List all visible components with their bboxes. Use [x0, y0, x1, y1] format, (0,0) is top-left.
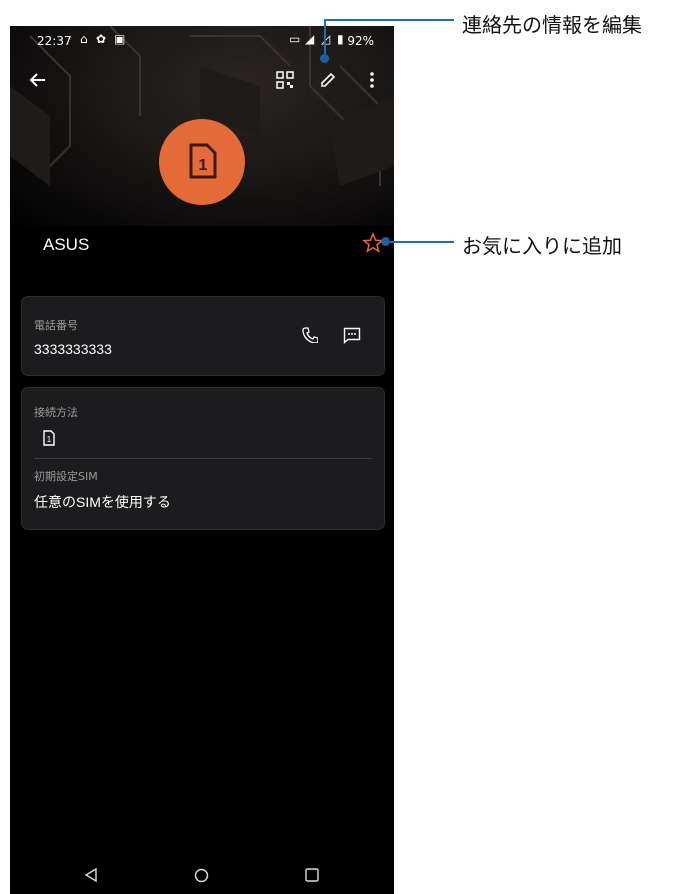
more-options-button[interactable]	[358, 66, 386, 94]
phone-number-value: 3333333333	[34, 341, 112, 357]
favorite-callout-line	[386, 241, 454, 243]
nav-home-icon[interactable]	[194, 868, 209, 883]
call-icon[interactable]	[302, 327, 318, 343]
nav-back-icon[interactable]	[84, 868, 98, 882]
qr-code-icon	[276, 71, 294, 89]
nav-recents-icon[interactable]	[305, 868, 319, 882]
phone-number-card[interactable]: 電話番号 3333333333	[21, 296, 385, 376]
status-bar: 22:37 ⌂ ✿ ▣ ▭ ◢ ◿ ▮ 92%	[10, 26, 394, 56]
edit-button[interactable]	[314, 66, 342, 94]
battery-icon: ▮	[337, 32, 344, 46]
phone-number-label: 電話番号	[34, 319, 78, 332]
notification-icon: ⌂	[80, 32, 88, 46]
back-arrow-icon	[29, 73, 45, 87]
phone-screen: 22:37 ⌂ ✿ ▣ ▭ ◢ ◿ ▮ 92%	[10, 26, 394, 894]
avatar-sim-number: 1	[199, 157, 208, 174]
favorite-callout-dot	[381, 237, 390, 246]
connection-card: 接続方法 1 初期設定SIM 任意のSIMを使用する	[21, 387, 385, 530]
sim-card-icon: 1	[189, 143, 217, 179]
more-vert-icon	[370, 72, 374, 88]
navigation-bar	[10, 854, 394, 894]
edit-callout-dot	[320, 54, 329, 63]
image-icon: ▣	[114, 32, 126, 46]
settings-gear-icon: ✿	[96, 32, 107, 46]
message-icon[interactable]	[343, 327, 361, 344]
connection-label: 接続方法	[34, 406, 78, 419]
contact-name: ASUS	[43, 235, 90, 254]
default-sim-value[interactable]: 任意のSIMを使用する	[34, 492, 171, 512]
sim-badge-icon[interactable]: 1	[42, 430, 56, 446]
edit-callout-line-horizontal	[324, 19, 454, 21]
edit-callout-text: 連絡先の情報を編集	[462, 13, 642, 37]
status-time: 22:37	[37, 34, 72, 48]
qr-code-button[interactable]	[271, 66, 299, 94]
card-divider	[34, 458, 372, 459]
contact-avatar: 1	[159, 119, 245, 205]
sim-badge-number: 1	[47, 435, 52, 444]
edit-callout-line-vertical	[324, 20, 326, 57]
favorite-callout-text: お気に入りに追加	[462, 234, 622, 258]
default-sim-label: 初期設定SIM	[34, 470, 98, 483]
pencil-icon	[321, 72, 336, 87]
data-saver-icon: ▭	[289, 32, 301, 46]
back-button[interactable]	[24, 66, 52, 94]
battery-percent: 92%	[347, 34, 374, 48]
signal-icon: ◢	[305, 32, 315, 46]
